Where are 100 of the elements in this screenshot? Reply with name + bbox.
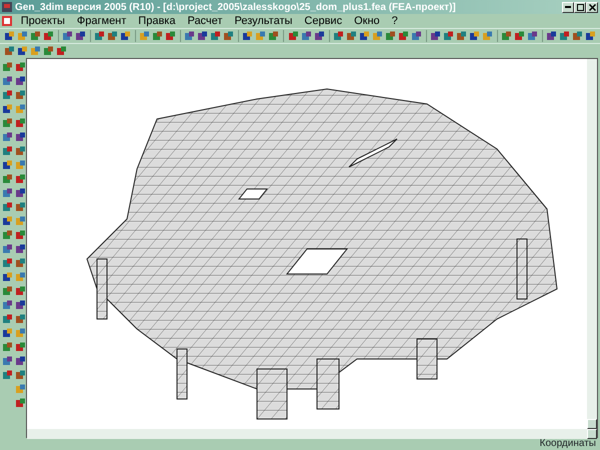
tool-icon[interactable] <box>14 286 26 296</box>
tool-icon[interactable] <box>255 30 266 42</box>
tool-icon[interactable] <box>107 30 118 42</box>
tool-icon[interactable] <box>468 30 480 42</box>
tool-icon[interactable] <box>288 30 299 42</box>
tool-icon[interactable] <box>2 104 12 114</box>
menu-item[interactable]: Окно <box>348 14 386 28</box>
tool-icon[interactable] <box>14 328 26 338</box>
tool-icon[interactable] <box>43 46 54 56</box>
tool-icon[interactable] <box>14 132 26 142</box>
menu-item[interactable]: Результаты <box>228 14 298 28</box>
tool-icon[interactable] <box>2 286 12 296</box>
tool-icon[interactable] <box>442 30 454 42</box>
tool-icon[interactable] <box>152 30 164 42</box>
maximize-button[interactable] <box>574 2 586 12</box>
tool-icon[interactable] <box>242 30 254 42</box>
tool-icon[interactable] <box>14 314 26 324</box>
menu-item[interactable]: Фрагмент <box>70 14 132 28</box>
tool-icon[interactable] <box>2 300 12 310</box>
tool-icon[interactable] <box>4 30 15 42</box>
tool-icon[interactable] <box>17 30 28 42</box>
tool-icon[interactable] <box>14 76 26 86</box>
tool-icon[interactable] <box>2 216 12 226</box>
tool-icon[interactable] <box>372 30 383 42</box>
tool-icon[interactable] <box>30 46 41 56</box>
tool-icon[interactable] <box>14 258 26 268</box>
tool-icon[interactable] <box>14 230 26 240</box>
tool-icon[interactable] <box>139 30 150 42</box>
tool-icon[interactable] <box>314 30 325 42</box>
tool-icon[interactable] <box>332 30 344 42</box>
menu-item[interactable]: Сервис <box>298 14 348 28</box>
tool-icon[interactable] <box>2 76 12 86</box>
tool-icon[interactable] <box>14 398 26 408</box>
tool-icon[interactable] <box>2 132 12 142</box>
tool-icon[interactable] <box>2 342 12 352</box>
tool-icon[interactable] <box>14 342 26 352</box>
tool-icon[interactable] <box>2 258 12 268</box>
tool-icon[interactable] <box>2 62 12 72</box>
tool-icon[interactable] <box>56 46 67 56</box>
tool-icon[interactable] <box>2 174 12 184</box>
tool-icon[interactable] <box>223 30 234 42</box>
tool-icon[interactable] <box>358 30 370 42</box>
tool-icon[interactable] <box>384 30 396 42</box>
tool-icon[interactable] <box>14 370 26 380</box>
vertical-scrollbar[interactable] <box>587 59 597 429</box>
tool-icon[interactable] <box>572 30 583 42</box>
menu-item[interactable]: ? <box>386 14 404 28</box>
tool-icon[interactable] <box>14 160 26 170</box>
tool-icon[interactable] <box>14 104 26 114</box>
tool-icon[interactable] <box>62 30 74 42</box>
tool-icon[interactable] <box>2 328 12 338</box>
tool-icon[interactable] <box>184 30 196 42</box>
tool-icon[interactable] <box>14 202 26 212</box>
tool-icon[interactable] <box>546 30 557 42</box>
menu-item[interactable]: Проекты <box>14 14 71 28</box>
tool-icon[interactable] <box>2 90 12 100</box>
tool-icon[interactable] <box>75 30 86 42</box>
tool-icon[interactable] <box>500 30 512 42</box>
horizontal-scrollbar[interactable] <box>27 429 597 439</box>
tool-icon[interactable] <box>17 46 28 56</box>
tool-icon[interactable] <box>398 30 409 42</box>
tool-icon[interactable] <box>526 30 538 42</box>
tool-icon[interactable] <box>456 30 467 42</box>
tool-icon[interactable] <box>30 30 41 42</box>
tool-icon[interactable] <box>2 188 12 198</box>
tool-icon[interactable] <box>14 118 26 128</box>
close-button[interactable] <box>586 2 598 12</box>
tool-icon[interactable] <box>14 244 26 254</box>
tool-icon[interactable] <box>210 30 222 42</box>
tool-icon[interactable] <box>14 174 26 184</box>
tool-icon[interactable] <box>2 118 12 128</box>
tool-icon[interactable] <box>14 384 26 394</box>
tool-icon[interactable] <box>2 160 12 170</box>
tool-icon[interactable] <box>14 272 26 282</box>
tool-icon[interactable] <box>558 30 570 42</box>
tool-icon[interactable] <box>120 30 132 42</box>
menu-item[interactable]: Расчет <box>181 14 228 28</box>
tool-icon[interactable] <box>514 30 525 42</box>
menu-item[interactable]: Правка <box>132 14 182 28</box>
tool-icon[interactable] <box>346 30 357 42</box>
tool-icon[interactable] <box>584 30 596 42</box>
tool-icon[interactable] <box>14 356 26 366</box>
tool-icon[interactable] <box>197 30 208 42</box>
tool-icon[interactable] <box>2 244 12 254</box>
tool-icon[interactable] <box>482 30 493 42</box>
tool-icon[interactable] <box>2 146 12 156</box>
tool-icon[interactable] <box>410 30 422 42</box>
tool-icon[interactable] <box>14 90 26 100</box>
tool-icon[interactable] <box>2 370 12 380</box>
tool-icon[interactable] <box>300 30 312 42</box>
tool-icon[interactable] <box>14 188 26 198</box>
tool-icon[interactable] <box>430 30 441 42</box>
tool-icon[interactable] <box>14 62 26 72</box>
tool-icon[interactable] <box>94 30 106 42</box>
tool-icon[interactable] <box>14 216 26 226</box>
tool-icon[interactable] <box>4 46 15 56</box>
tool-icon[interactable] <box>2 272 12 282</box>
tool-icon[interactable] <box>2 230 12 240</box>
tool-icon[interactable] <box>165 30 176 42</box>
minimize-button[interactable] <box>562 2 574 12</box>
